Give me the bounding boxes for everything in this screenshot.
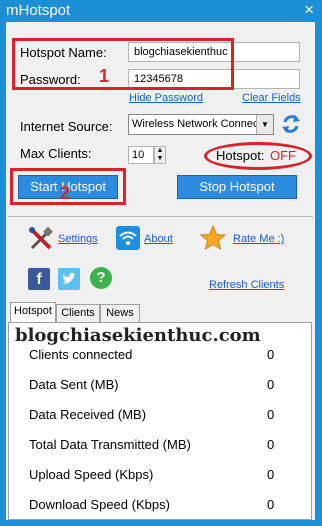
refresh-clients-link[interactable]: Refresh Clients	[209, 279, 284, 291]
stat-label: Total Data Transmitted (MB)	[29, 437, 191, 452]
stat-row: Upload Speed (Kbps) 0	[29, 467, 289, 489]
clear-fields-link[interactable]: Clear Fields	[242, 92, 301, 104]
stat-label: Upload Speed (Kbps)	[29, 467, 154, 482]
stat-row: Download Speed (Kbps) 0	[29, 497, 289, 519]
internet-source-select[interactable]: Wireless Network Connec ▼	[128, 114, 274, 135]
stat-value: 0	[267, 437, 275, 452]
about-link[interactable]: About	[144, 233, 173, 245]
facebook-icon[interactable]: f	[28, 268, 50, 290]
help-icon[interactable]: ?	[90, 267, 112, 289]
stop-hotspot-button[interactable]: Stop Hotspot	[177, 175, 297, 199]
watermark: blogchiasekienthuc.com	[15, 325, 261, 346]
max-clients-label: Max Clients:	[20, 146, 92, 161]
annotation-number-1: 1	[99, 66, 110, 86]
main-window: Hotspot Name: blogchiasekienthuc Passwor…	[6, 22, 315, 520]
stat-row: Data Received (MB) 0	[29, 407, 289, 429]
stat-row: Total Data Transmitted (MB) 0	[29, 437, 289, 459]
wifi-icon[interactable]	[116, 226, 140, 250]
refresh-icon[interactable]	[280, 113, 302, 135]
window-title: mHotspot	[6, 2, 71, 19]
stat-row: Data Sent (MB) 0	[29, 377, 289, 399]
settings-tools-icon[interactable]	[28, 226, 54, 252]
max-clients-stepper[interactable]: 10	[128, 146, 154, 164]
close-icon[interactable]: ×	[304, 0, 314, 20]
stat-label: Data Received (MB)	[29, 407, 147, 422]
stat-label: Download Speed (Kbps)	[29, 497, 170, 512]
internet-source-value: Wireless Network Connec	[132, 118, 259, 130]
internet-source-label: Internet Source:	[20, 119, 113, 134]
stat-label: Clients connected	[29, 347, 133, 362]
tab-news[interactable]: News	[100, 304, 140, 322]
hotspot-status-label: Hotspot:	[216, 148, 265, 163]
twitter-icon[interactable]	[58, 268, 80, 290]
stat-value: 0	[267, 407, 275, 422]
annotation-box-1	[12, 38, 234, 90]
stat-label: Data Sent (MB)	[29, 377, 119, 392]
stat-value: 0	[267, 497, 275, 512]
stat-value: 0	[267, 467, 275, 482]
stat-value: 0	[267, 347, 275, 362]
chevron-down-icon: ▼	[256, 115, 273, 134]
settings-link[interactable]: Settings	[58, 233, 98, 245]
annotation-number-2: 2	[60, 183, 71, 203]
rate-me-link[interactable]: Rate Me :)	[233, 233, 284, 245]
divider	[8, 216, 313, 217]
star-icon[interactable]	[199, 224, 227, 251]
stat-value: 0	[267, 377, 275, 392]
hide-password-link[interactable]: Hide Password	[129, 92, 203, 104]
hotspot-stats-panel: blogchiasekienthuc.com Clients connected…	[8, 322, 312, 520]
hotspot-status-value: OFF	[270, 148, 296, 163]
stat-row: Clients connected 0	[29, 347, 289, 369]
title-bar[interactable]: mHotspot ×	[0, 0, 322, 22]
stepper-arrows-icon[interactable]: ▲ ▼	[154, 146, 166, 164]
tab-hotspot[interactable]: Hotspot	[10, 302, 56, 323]
tab-clients[interactable]: Clients	[56, 304, 100, 322]
